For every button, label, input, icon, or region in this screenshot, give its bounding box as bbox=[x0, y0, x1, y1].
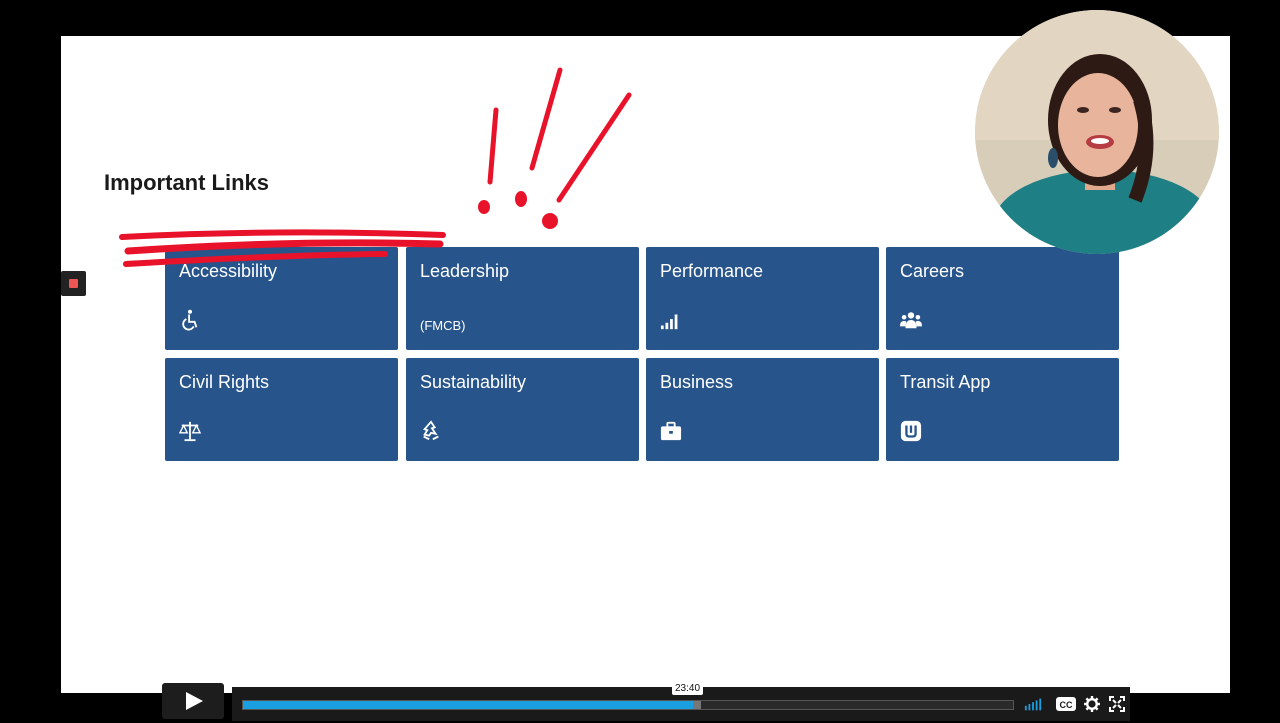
users-icon bbox=[900, 312, 922, 329]
briefcase-icon bbox=[660, 421, 682, 441]
tile-title: Performance bbox=[660, 261, 764, 281]
tile-careers[interactable]: Careers bbox=[886, 247, 1119, 350]
hover-time-tooltip: 23:40 bbox=[672, 682, 704, 695]
record-stop-button[interactable] bbox=[61, 271, 86, 296]
tile-title: Transit App bbox=[900, 372, 991, 392]
section-title: Important Links bbox=[104, 170, 270, 195]
tile-title: Careers bbox=[900, 261, 965, 281]
settings-gear-icon[interactable] bbox=[1083, 696, 1101, 712]
tile-business[interactable]: Business bbox=[646, 358, 879, 461]
recycle-icon bbox=[422, 420, 439, 441]
tile-subtitle: (FMCB) bbox=[420, 318, 466, 333]
signal-bars-icon bbox=[660, 314, 678, 330]
volume-icon[interactable] bbox=[1024, 696, 1042, 712]
video-player-controls: 23:40 CC bbox=[162, 682, 1130, 721]
tile-title: Leadership bbox=[420, 261, 510, 281]
tile-title: Accessibility bbox=[179, 261, 278, 281]
fullscreen-icon[interactable] bbox=[1108, 696, 1126, 712]
tile-title: Sustainability bbox=[420, 372, 527, 392]
tile-title: Civil Rights bbox=[179, 372, 270, 392]
closed-captions-icon[interactable]: CC bbox=[1056, 696, 1076, 712]
played-bar bbox=[243, 701, 694, 709]
tile-sustainability[interactable]: Sustainability bbox=[406, 358, 639, 461]
tile-leadership[interactable]: Leadership (FMCB) bbox=[406, 247, 639, 350]
tile-title: Business bbox=[660, 372, 734, 392]
buffered-bar bbox=[693, 701, 702, 709]
progress-track[interactable] bbox=[242, 700, 1014, 710]
transit-app-icon bbox=[900, 420, 922, 442]
cc-label: CC bbox=[1060, 700, 1073, 710]
presenter-webcam-video bbox=[975, 10, 1219, 254]
tile-accessibility[interactable]: Accessibility bbox=[165, 247, 398, 350]
tile-performance[interactable]: Performance bbox=[646, 247, 879, 350]
wheelchair-icon bbox=[182, 309, 198, 331]
tile-civil-rights[interactable]: Civil Rights bbox=[165, 358, 398, 461]
balance-scale-icon bbox=[179, 421, 201, 442]
play-button[interactable] bbox=[162, 683, 224, 719]
tile-transit-app[interactable]: Transit App bbox=[886, 358, 1119, 461]
